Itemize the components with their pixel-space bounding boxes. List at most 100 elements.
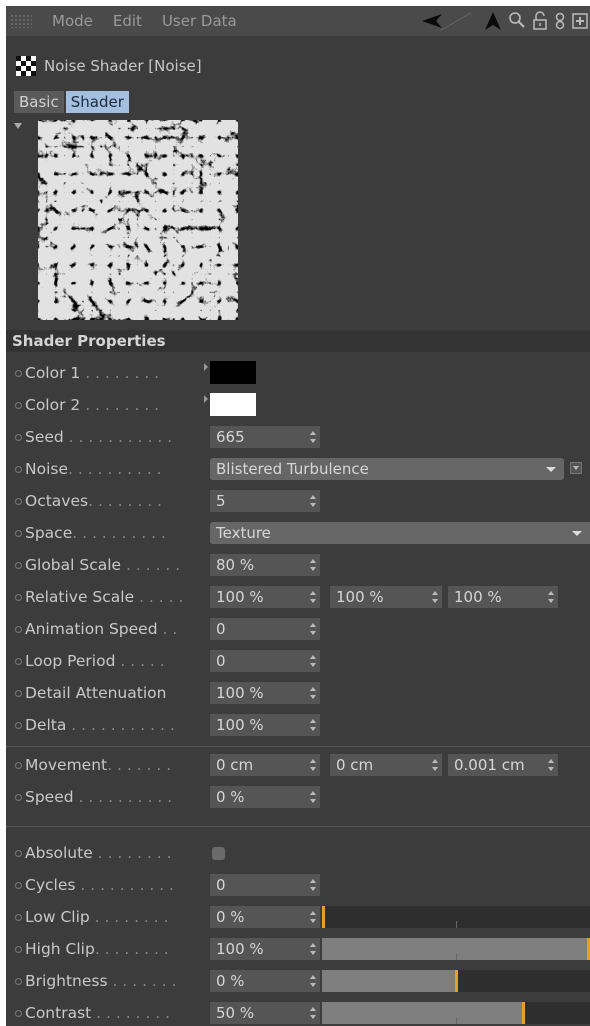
low-clip-slider[interactable]: [322, 906, 590, 928]
spinner-icon[interactable]: [310, 591, 316, 603]
link-icon[interactable]: [554, 11, 566, 31]
tab-basic[interactable]: Basic: [14, 91, 64, 113]
label-text: Movement: [25, 756, 108, 774]
animation-dot-icon[interactable]: [15, 530, 22, 537]
spinner-icon[interactable]: [432, 591, 438, 603]
expand-arrow-icon[interactable]: [204, 363, 208, 371]
animation-dot-icon[interactable]: [15, 434, 22, 441]
animation-dot-icon[interactable]: [15, 762, 22, 769]
contrast-slider[interactable]: [322, 1002, 590, 1024]
contrast-field[interactable]: 50 %: [210, 1002, 320, 1024]
absolute-checkbox[interactable]: [212, 847, 225, 860]
spinner-icon[interactable]: [310, 759, 316, 771]
octaves-field[interactable]: 5: [210, 490, 320, 512]
relative-scale-x-field[interactable]: 100 %: [210, 586, 320, 608]
brightness-field[interactable]: 0 %: [210, 970, 320, 992]
spinner-icon[interactable]: [310, 719, 316, 731]
animation-dot-icon[interactable]: [15, 690, 22, 697]
movement-y-field[interactable]: 0 cm: [330, 754, 442, 776]
spinner-icon[interactable]: [548, 759, 554, 771]
label-text: Global Scale: [25, 556, 122, 574]
menu-edit[interactable]: Edit: [113, 12, 142, 30]
brightness-slider[interactable]: [322, 970, 590, 992]
seed-field[interactable]: 665: [210, 426, 320, 448]
spinner-icon[interactable]: [432, 759, 438, 771]
row-high-clip: High Clip. . . . . . . . 100 %: [6, 936, 590, 962]
movement-x-field[interactable]: 0 cm: [210, 754, 320, 776]
slider-handle[interactable]: [322, 906, 325, 928]
spinner-icon[interactable]: [310, 1007, 316, 1019]
slider-center-tick: [456, 953, 457, 960]
animation-dot-icon[interactable]: [15, 466, 22, 473]
spinner-icon[interactable]: [310, 431, 316, 443]
delta-field[interactable]: 100 %: [210, 714, 320, 736]
low-clip-field[interactable]: 0 %: [210, 906, 320, 928]
relative-scale-z-field[interactable]: 100 %: [448, 586, 558, 608]
slider-handle[interactable]: [522, 1002, 525, 1024]
lock-icon[interactable]: [532, 11, 548, 31]
high-clip-field[interactable]: 100 %: [210, 938, 320, 960]
label-dots: . . . . . . . . . .: [75, 876, 174, 894]
color1-swatch[interactable]: [210, 361, 256, 384]
search-icon[interactable]: [508, 11, 526, 31]
menu-user-data[interactable]: User Data: [162, 12, 237, 30]
animation-dot-icon[interactable]: [15, 882, 22, 889]
spinner-icon[interactable]: [310, 495, 316, 507]
animation-speed-field[interactable]: 0: [210, 618, 320, 640]
spinner-icon[interactable]: [310, 791, 316, 803]
spinner-icon[interactable]: [310, 879, 316, 891]
label-detail-attenuation: Detail Attenuation: [6, 680, 166, 706]
animation-dot-icon[interactable]: [15, 946, 22, 953]
spinner-icon[interactable]: [310, 623, 316, 635]
space-dropdown[interactable]: Texture: [210, 522, 590, 544]
loop-period-value: 0: [216, 652, 226, 670]
contrast-value: 50 %: [216, 1004, 255, 1022]
label-text: Contrast: [25, 1004, 92, 1022]
slider-handle[interactable]: [455, 970, 458, 992]
spinner-icon[interactable]: [548, 591, 554, 603]
spinner-icon[interactable]: [310, 975, 316, 987]
global-scale-field[interactable]: 80 %: [210, 554, 320, 576]
tab-shader[interactable]: Shader: [65, 91, 129, 113]
relative-scale-y-field[interactable]: 100 %: [330, 586, 442, 608]
animation-dot-icon[interactable]: [15, 850, 22, 857]
back-arrow-trail: [440, 11, 472, 31]
animation-dot-icon[interactable]: [15, 626, 22, 633]
noise-preview: [38, 120, 238, 320]
animation-dot-icon[interactable]: [15, 978, 22, 985]
spinner-icon[interactable]: [310, 655, 316, 667]
menu-mode[interactable]: Mode: [52, 12, 93, 30]
animation-dot-icon[interactable]: [15, 370, 22, 377]
spinner-icon[interactable]: [310, 943, 316, 955]
speed-field[interactable]: 0 %: [210, 786, 320, 808]
animation-dot-icon[interactable]: [15, 594, 22, 601]
new-panel-icon[interactable]: [572, 11, 588, 31]
grip-handle-icon[interactable]: [10, 14, 32, 28]
animation-dot-icon[interactable]: [15, 914, 22, 921]
animation-dot-icon[interactable]: [15, 1010, 22, 1017]
noise-browser-icon[interactable]: [570, 462, 582, 474]
preview-collapse-icon[interactable]: [14, 123, 22, 129]
animation-dot-icon[interactable]: [15, 498, 22, 505]
spinner-icon[interactable]: [310, 687, 316, 699]
cycles-field[interactable]: 0: [210, 874, 320, 896]
animation-dot-icon[interactable]: [15, 794, 22, 801]
label-delta: Delta . . . . . . . . . . .: [6, 712, 175, 738]
expand-arrow-icon[interactable]: [204, 395, 208, 403]
color2-swatch[interactable]: [210, 393, 256, 416]
noise-dropdown[interactable]: Blistered Turbulence: [210, 458, 564, 480]
spinner-icon[interactable]: [310, 911, 316, 923]
up-arrow-icon[interactable]: [484, 11, 502, 31]
animation-dot-icon[interactable]: [15, 722, 22, 729]
high-clip-slider[interactable]: [322, 938, 590, 960]
detail-attenuation-field[interactable]: 100 %: [210, 682, 320, 704]
back-arrow-icon[interactable]: [420, 12, 444, 30]
label-text: Seed: [25, 428, 64, 446]
row-brightness: Brightness . . . . . . . 0 %: [6, 968, 590, 994]
animation-dot-icon[interactable]: [15, 562, 22, 569]
movement-z-field[interactable]: 0.001 cm: [448, 754, 558, 776]
animation-dot-icon[interactable]: [15, 658, 22, 665]
animation-dot-icon[interactable]: [15, 402, 22, 409]
spinner-icon[interactable]: [310, 559, 316, 571]
loop-period-field[interactable]: 0: [210, 650, 320, 672]
